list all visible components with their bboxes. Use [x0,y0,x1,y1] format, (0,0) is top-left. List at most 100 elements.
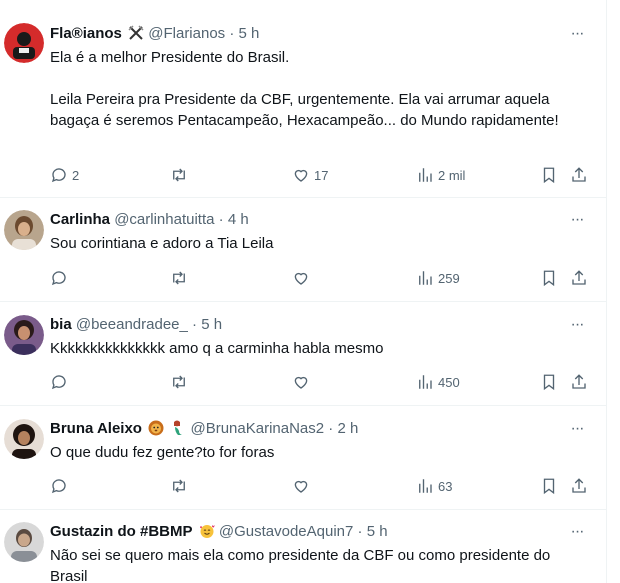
more-dots-icon[interactable]: ··· [566,24,588,44]
display-name[interactable]: Bruna Aleixo [50,420,142,437]
lion-emoji-icon [148,420,164,436]
views-button[interactable]: 2 mil [416,165,465,185]
avatar[interactable] [4,419,44,459]
share-button[interactable] [570,165,588,185]
retweet-button[interactable] [170,165,192,185]
handle[interactable]: @GustavodeAquin7 [219,523,353,540]
retweet-button[interactable] [170,268,188,288]
tweet-text: Sou corintiana e adoro a Tia Leila [50,233,576,254]
more-dots-icon[interactable]: ··· [566,419,588,439]
tweet-text: O que dudu fez gente?to for foras [50,442,576,463]
bookmark-icon [543,270,555,287]
views-count: 2 mil [438,167,466,183]
reply-button[interactable]: 2 [50,165,79,185]
like-button[interactable] [292,268,310,288]
avatar[interactable] [4,315,44,355]
tweet[interactable]: Carlinha @carlinhatuitta · 4 h ··· Sou c… [0,198,606,302]
reply-button[interactable] [50,372,68,392]
separator-dot: · [192,316,198,333]
share-icon [572,270,586,285]
tweet-actions: 63 [50,476,590,496]
separator-dot: · [218,211,224,228]
share-button[interactable] [570,476,588,496]
reply-count: 2 [72,167,80,183]
avatar[interactable] [4,210,44,250]
timestamp[interactable]: 4 h [228,211,249,228]
more-dots-icon[interactable]: ··· [566,210,588,230]
tweet-text-line: Leila Pereira pra Presidente da CBF, urg… [50,91,559,129]
views-chart-icon [419,479,432,493]
display-name[interactable]: Carlinha [50,211,110,228]
display-name[interactable]: bia [50,316,72,333]
bookmark-icon [543,374,555,391]
tweet[interactable]: Gustazin do #BBMP @GustavodeAquin7 · 5 h… [0,510,606,583]
tweet-text-line [50,68,576,89]
retweet-button[interactable] [170,476,188,496]
bookmark-icon [543,478,555,495]
share-button[interactable] [570,372,588,392]
bookmark-button[interactable] [540,165,558,185]
bookmark-button[interactable] [540,476,558,496]
reply-button[interactable] [50,476,68,496]
tweet-replies-feed: Fla®ianos @Flarianos · 5 h ··· Ela é a m… [0,0,606,583]
handle[interactable]: @Flarianos [148,25,225,42]
tweet-actions: 450 [50,372,590,392]
display-name[interactable]: Fla®ianos [50,25,122,42]
reply-icon [51,271,66,286]
reply-icon [51,479,66,494]
like-button[interactable]: 17 [292,165,328,185]
share-icon [572,478,586,493]
more-dots-icon[interactable]: ··· [566,522,588,542]
reply-icon [51,168,66,183]
like-count: 17 [314,167,329,183]
reply-icon [51,375,66,390]
avatar[interactable] [4,23,44,63]
tweet[interactable]: Fla®ianos @Flarianos · 5 h ··· Ela é a m… [0,0,606,198]
handle[interactable]: @BrunaKarinaNas2 [190,420,324,437]
handle[interactable]: @carlinhatuitta [114,211,214,228]
views-chart-icon [419,375,432,389]
tweet-text-line: Kkkkkkkkkkkkkkk amo q a carminha habla m… [50,340,384,357]
column-border [606,0,607,583]
views-button[interactable]: 259 [416,268,460,288]
retweet-icon [173,375,185,389]
share-icon [572,167,586,182]
tweet-text: Não sei se quero mais ela como president… [50,545,566,583]
bookmark-button[interactable] [540,372,558,392]
bookmark-button[interactable] [540,268,558,288]
tweet-text-line: Ela é a melhor Presidente do Brasil. [50,49,290,66]
share-button[interactable] [570,268,588,288]
views-count: 450 [438,374,460,390]
separator-dot: · [229,25,235,42]
retweet-icon [173,479,185,493]
reply-button[interactable] [50,268,68,288]
like-button[interactable] [292,372,310,392]
views-button[interactable]: 63 [416,476,452,496]
tweet-text: Ela é a melhor Presidente do Brasil. Lei… [50,47,576,131]
like-button[interactable] [292,476,310,496]
heart-icon [294,272,308,285]
views-chart-icon [419,271,432,285]
timestamp[interactable]: 5 h [367,523,388,540]
separator-dot: · [357,523,363,540]
tweet-text-line: Não sei se quero mais ela como president… [50,547,551,583]
timestamp[interactable]: 2 h [337,420,358,437]
mermaid-emoji-icon [170,420,186,436]
separator-dot: · [328,420,334,437]
tweet-text-line: Sou corintiana e adoro a Tia Leila [50,235,274,252]
timestamp[interactable]: 5 h [239,25,260,42]
views-count: 63 [438,478,453,494]
avatar[interactable] [4,522,44,562]
more-dots-icon[interactable]: ··· [566,315,588,335]
tweet[interactable]: bia @beeandradee_ · 5 h ··· Kkkkkkkkkkkk… [0,302,606,406]
retweet-button[interactable] [170,372,188,392]
heart-icon [294,480,308,493]
handle[interactable]: @beeandradee_ [76,316,188,333]
display-name[interactable]: Gustazin do #BBMP [50,523,193,540]
smiling-face-with-hearts-emoji-icon [199,523,215,539]
timestamp[interactable]: 5 h [201,316,222,333]
tweet[interactable]: Bruna Aleixo @BrunaKarinaNas2 · 2 h ··· … [0,406,606,510]
views-button[interactable]: 450 [416,372,460,392]
share-icon [572,374,586,389]
heart-icon [294,376,308,389]
